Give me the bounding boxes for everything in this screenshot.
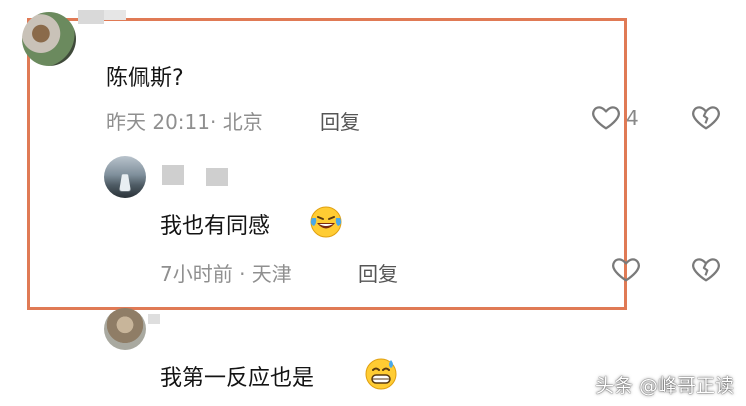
- comment-meta: 昨天 20:11· 北京: [106, 110, 263, 134]
- blurred-username: [206, 168, 228, 186]
- avatar[interactable]: [104, 308, 146, 350]
- broken-heart-icon[interactable]: [690, 253, 722, 285]
- blurred-username: [78, 10, 104, 24]
- broken-heart-icon[interactable]: [690, 101, 722, 133]
- heart-outline-icon[interactable]: [610, 253, 642, 285]
- laughing-tears-emoji: [310, 206, 342, 238]
- avatar[interactable]: [104, 156, 146, 198]
- reply-button[interactable]: 回复: [320, 106, 360, 135]
- watermark: 头条 @峰哥正读: [594, 375, 734, 397]
- like-count: 4: [626, 106, 639, 130]
- comment-text: 我也有同感: [160, 214, 271, 239]
- blurred-username: [104, 10, 126, 20]
- comment-meta: 7小时前 · 天津: [160, 262, 292, 286]
- grinning-sweat-emoji: [365, 358, 397, 390]
- comment-text: 我第一反应也是: [160, 366, 315, 391]
- blurred-username: [162, 165, 184, 185]
- reply-button[interactable]: 回复: [358, 258, 398, 287]
- comment-text: 陈佩斯?: [106, 66, 184, 91]
- avatar[interactable]: [22, 12, 76, 66]
- blurred-username: [148, 314, 160, 324]
- heart-outline-icon[interactable]: [590, 101, 622, 133]
